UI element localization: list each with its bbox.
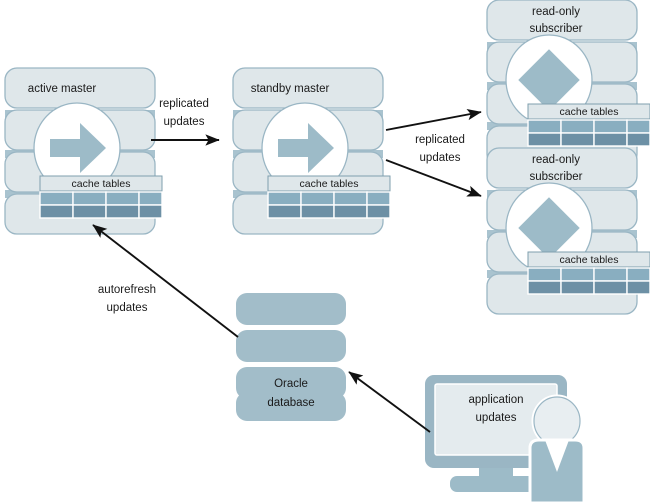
- cache-tables-label: cache tables: [300, 178, 359, 190]
- node-label-active-master: active master: [28, 83, 97, 95]
- application-label-line1: application: [469, 394, 524, 406]
- node-read-only-subscriber-1[interactable]: read-only subscriber cache tables: [486, 0, 650, 167]
- cache-tables-label: cache tables: [72, 178, 131, 190]
- cache-tables-label: cache tables: [560, 106, 619, 118]
- node-active-master[interactable]: active master cache tables: [4, 67, 163, 235]
- cache-tables-label: cache tables: [560, 254, 619, 266]
- replicated-updates-1-line2: updates: [164, 116, 205, 128]
- node-standby-master[interactable]: standby master cache tables: [232, 67, 391, 235]
- cache-tables-active-master[interactable]: cache tables: [39, 175, 163, 219]
- architecture-diagram: active master cache tables standby maste…: [0, 0, 650, 503]
- person-icon: [528, 394, 586, 503]
- replicated-updates-1-line1: replicated: [159, 98, 209, 110]
- node-label-subscriber-2-line1: read-only: [532, 154, 580, 166]
- application-label-line2: updates: [476, 412, 517, 424]
- oracle-label-line2: database: [267, 397, 314, 409]
- autorefresh-updates-line1: autorefresh: [98, 284, 156, 296]
- node-label-subscriber-1-line2: subscriber: [529, 23, 582, 35]
- cache-tables-subscriber-1[interactable]: cache tables: [527, 103, 650, 147]
- oracle-label-line1: Oracle: [274, 378, 308, 390]
- cache-tables-standby-master[interactable]: cache tables: [267, 175, 391, 219]
- node-label-standby-master: standby master: [251, 83, 330, 95]
- node-read-only-subscriber-2[interactable]: read-only subscriber cache tables: [486, 147, 650, 315]
- node-label-subscriber-2-line2: subscriber: [529, 171, 582, 183]
- replicated-updates-2-line2: updates: [420, 152, 461, 164]
- autorefresh-updates-line2: updates: [107, 302, 148, 314]
- cache-tables-subscriber-2[interactable]: cache tables: [527, 251, 650, 295]
- replicated-updates-2-line1: replicated: [415, 134, 465, 146]
- node-oracle-database[interactable]: Oracle database: [236, 293, 346, 421]
- node-label-subscriber-1-line1: read-only: [532, 6, 580, 18]
